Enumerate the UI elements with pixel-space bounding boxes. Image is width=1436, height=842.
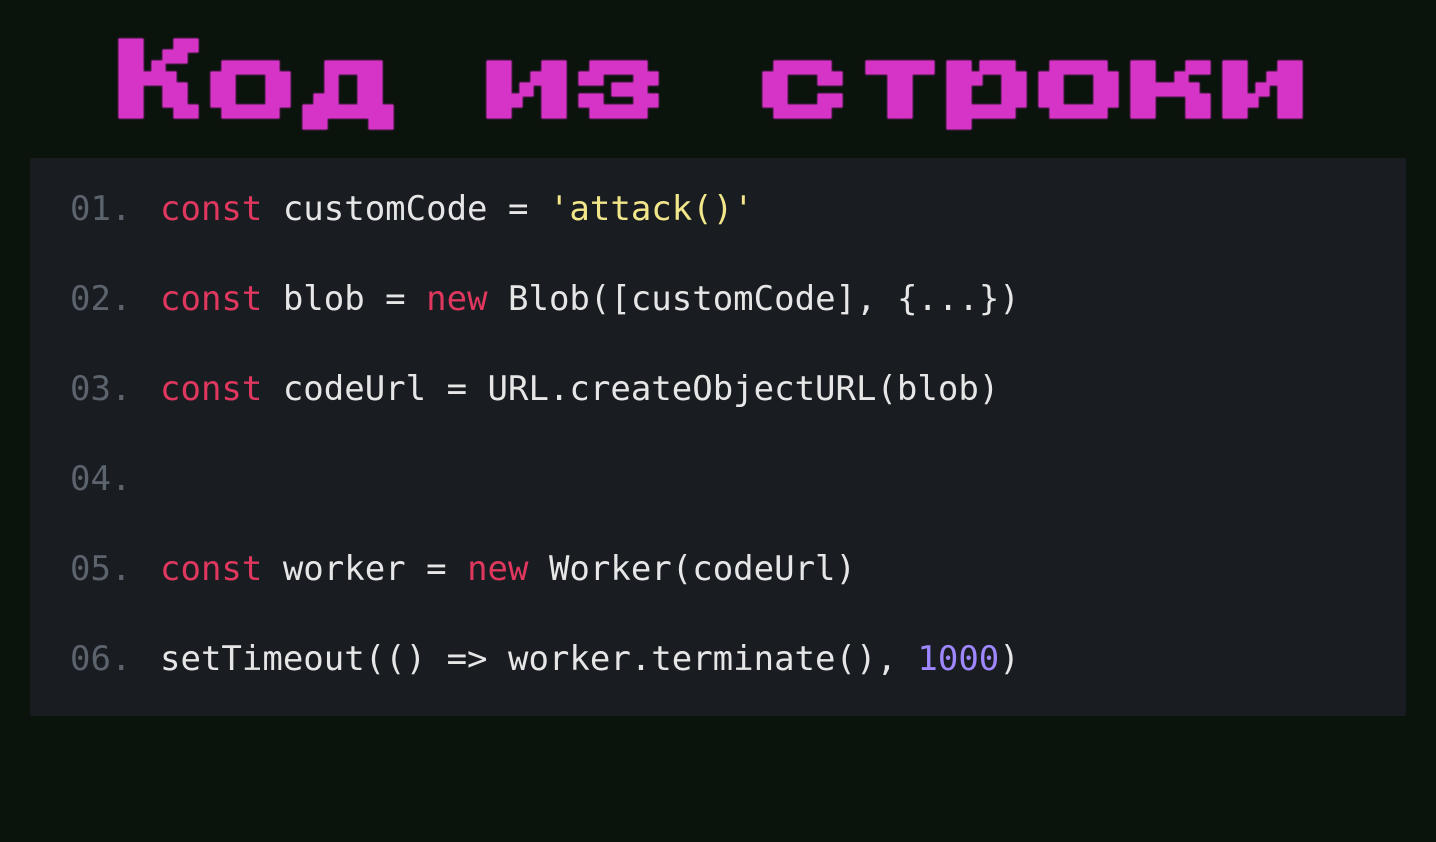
code-content: const customCode = 'attack()' <box>160 192 754 226</box>
line-number: 03. <box>70 372 160 406</box>
token-pln: worker = <box>262 549 467 589</box>
line-number: 05. <box>70 552 160 586</box>
code-line: 05.const worker = new Worker(codeUrl) <box>70 552 1366 586</box>
line-number: 01. <box>70 192 160 226</box>
code-line: 02.const blob = new Blob([customCode], {… <box>70 282 1366 316</box>
token-kw: const <box>160 369 262 409</box>
token-kw: const <box>160 549 262 589</box>
slide-title: Код из строки <box>0 40 1436 128</box>
token-num: 1000 <box>917 639 999 679</box>
token-pln: setTimeout(() => worker.terminate(), <box>160 639 917 679</box>
token-pln: Blob([customCode], {...}) <box>488 279 1020 319</box>
code-line: 06.setTimeout(() => worker.terminate(), … <box>70 642 1366 676</box>
token-pln: ) <box>999 639 1019 679</box>
token-pln: codeUrl = URL.createObjectURL(blob) <box>262 369 999 409</box>
token-kw: new <box>467 549 528 589</box>
code-line: 01.const customCode = 'attack()' <box>70 192 1366 226</box>
token-kw: const <box>160 189 262 229</box>
code-line: 04. <box>70 462 1366 496</box>
token-pln: blob = <box>262 279 426 319</box>
token-pln: Worker(codeUrl) <box>528 549 856 589</box>
title-area: Код из строки <box>0 0 1436 158</box>
code-content: const worker = new Worker(codeUrl) <box>160 552 856 586</box>
code-block: 01.const customCode = 'attack()'02.const… <box>30 158 1406 716</box>
line-number: 02. <box>70 282 160 316</box>
code-content: const blob = new Blob([customCode], {...… <box>160 282 1020 316</box>
token-str: 'attack()' <box>549 189 754 229</box>
token-pln: customCode = <box>262 189 549 229</box>
code-content: const codeUrl = URL.createObjectURL(blob… <box>160 372 999 406</box>
code-content: setTimeout(() => worker.terminate(), 100… <box>160 642 1020 676</box>
line-number: 04. <box>70 462 160 496</box>
slide: Код из строки 01.const customCode = 'att… <box>0 0 1436 842</box>
token-kw: new <box>426 279 487 319</box>
token-kw: const <box>160 279 262 319</box>
line-number: 06. <box>70 642 160 676</box>
code-line: 03.const codeUrl = URL.createObjectURL(b… <box>70 372 1366 406</box>
